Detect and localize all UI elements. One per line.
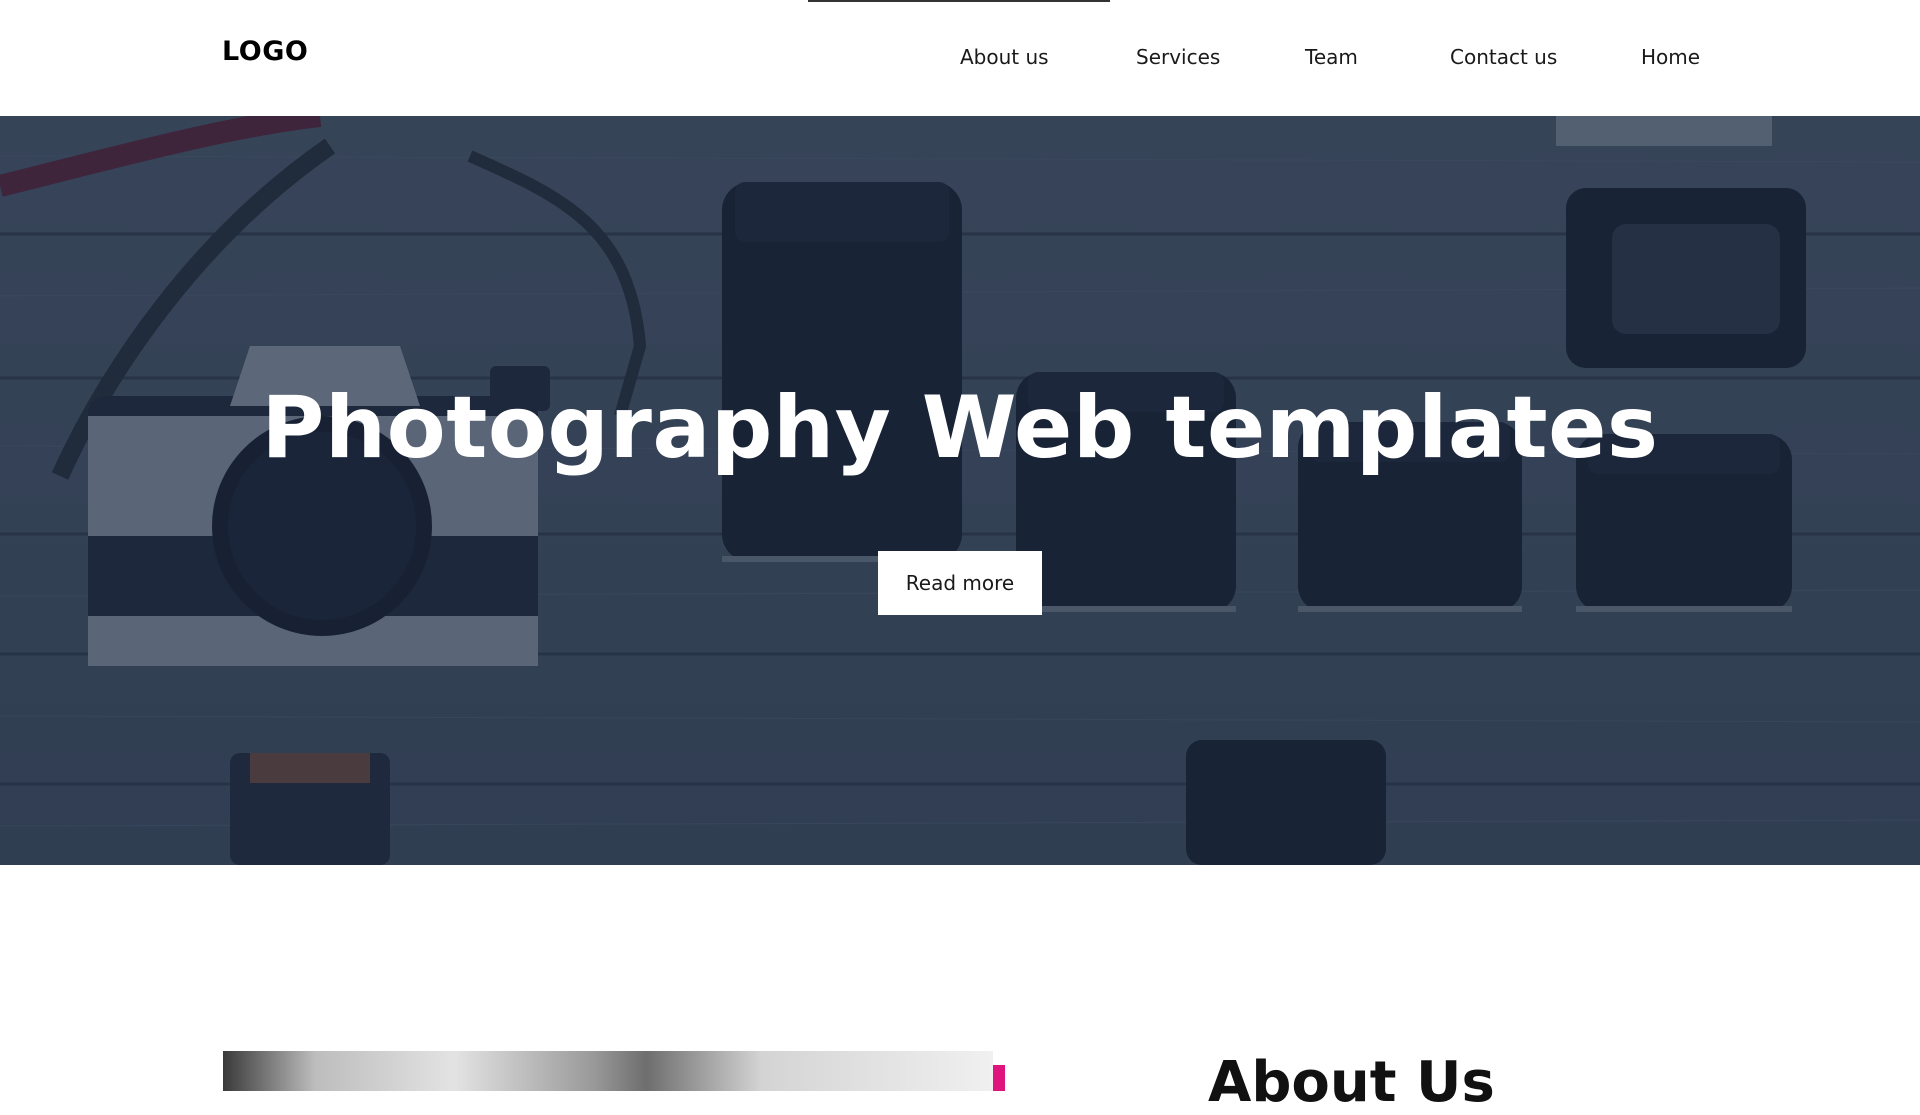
read-more-button[interactable]: Read more bbox=[878, 551, 1042, 615]
nav-item-services[interactable]: Services bbox=[1136, 45, 1220, 69]
nav-item-contact-us[interactable]: Contact us bbox=[1450, 45, 1557, 69]
site-header: LOGO About us Services Team Contact us H… bbox=[0, 0, 1920, 116]
hero-section: Photography Web templates Read more bbox=[0, 116, 1920, 865]
hero-title: Photography Web templates bbox=[261, 378, 1659, 478]
hero-background-photo bbox=[0, 116, 1920, 865]
about-accent-bar bbox=[993, 1065, 1005, 1091]
nav-item-about-us[interactable]: About us bbox=[960, 45, 1049, 69]
about-image bbox=[223, 1051, 993, 1091]
nav-item-team[interactable]: Team bbox=[1305, 45, 1358, 69]
about-heading: About Us bbox=[1208, 1050, 1495, 1115]
main-nav: About us Services Team Contact us Home bbox=[0, 0, 1920, 116]
nav-item-home[interactable]: Home bbox=[1641, 45, 1700, 69]
